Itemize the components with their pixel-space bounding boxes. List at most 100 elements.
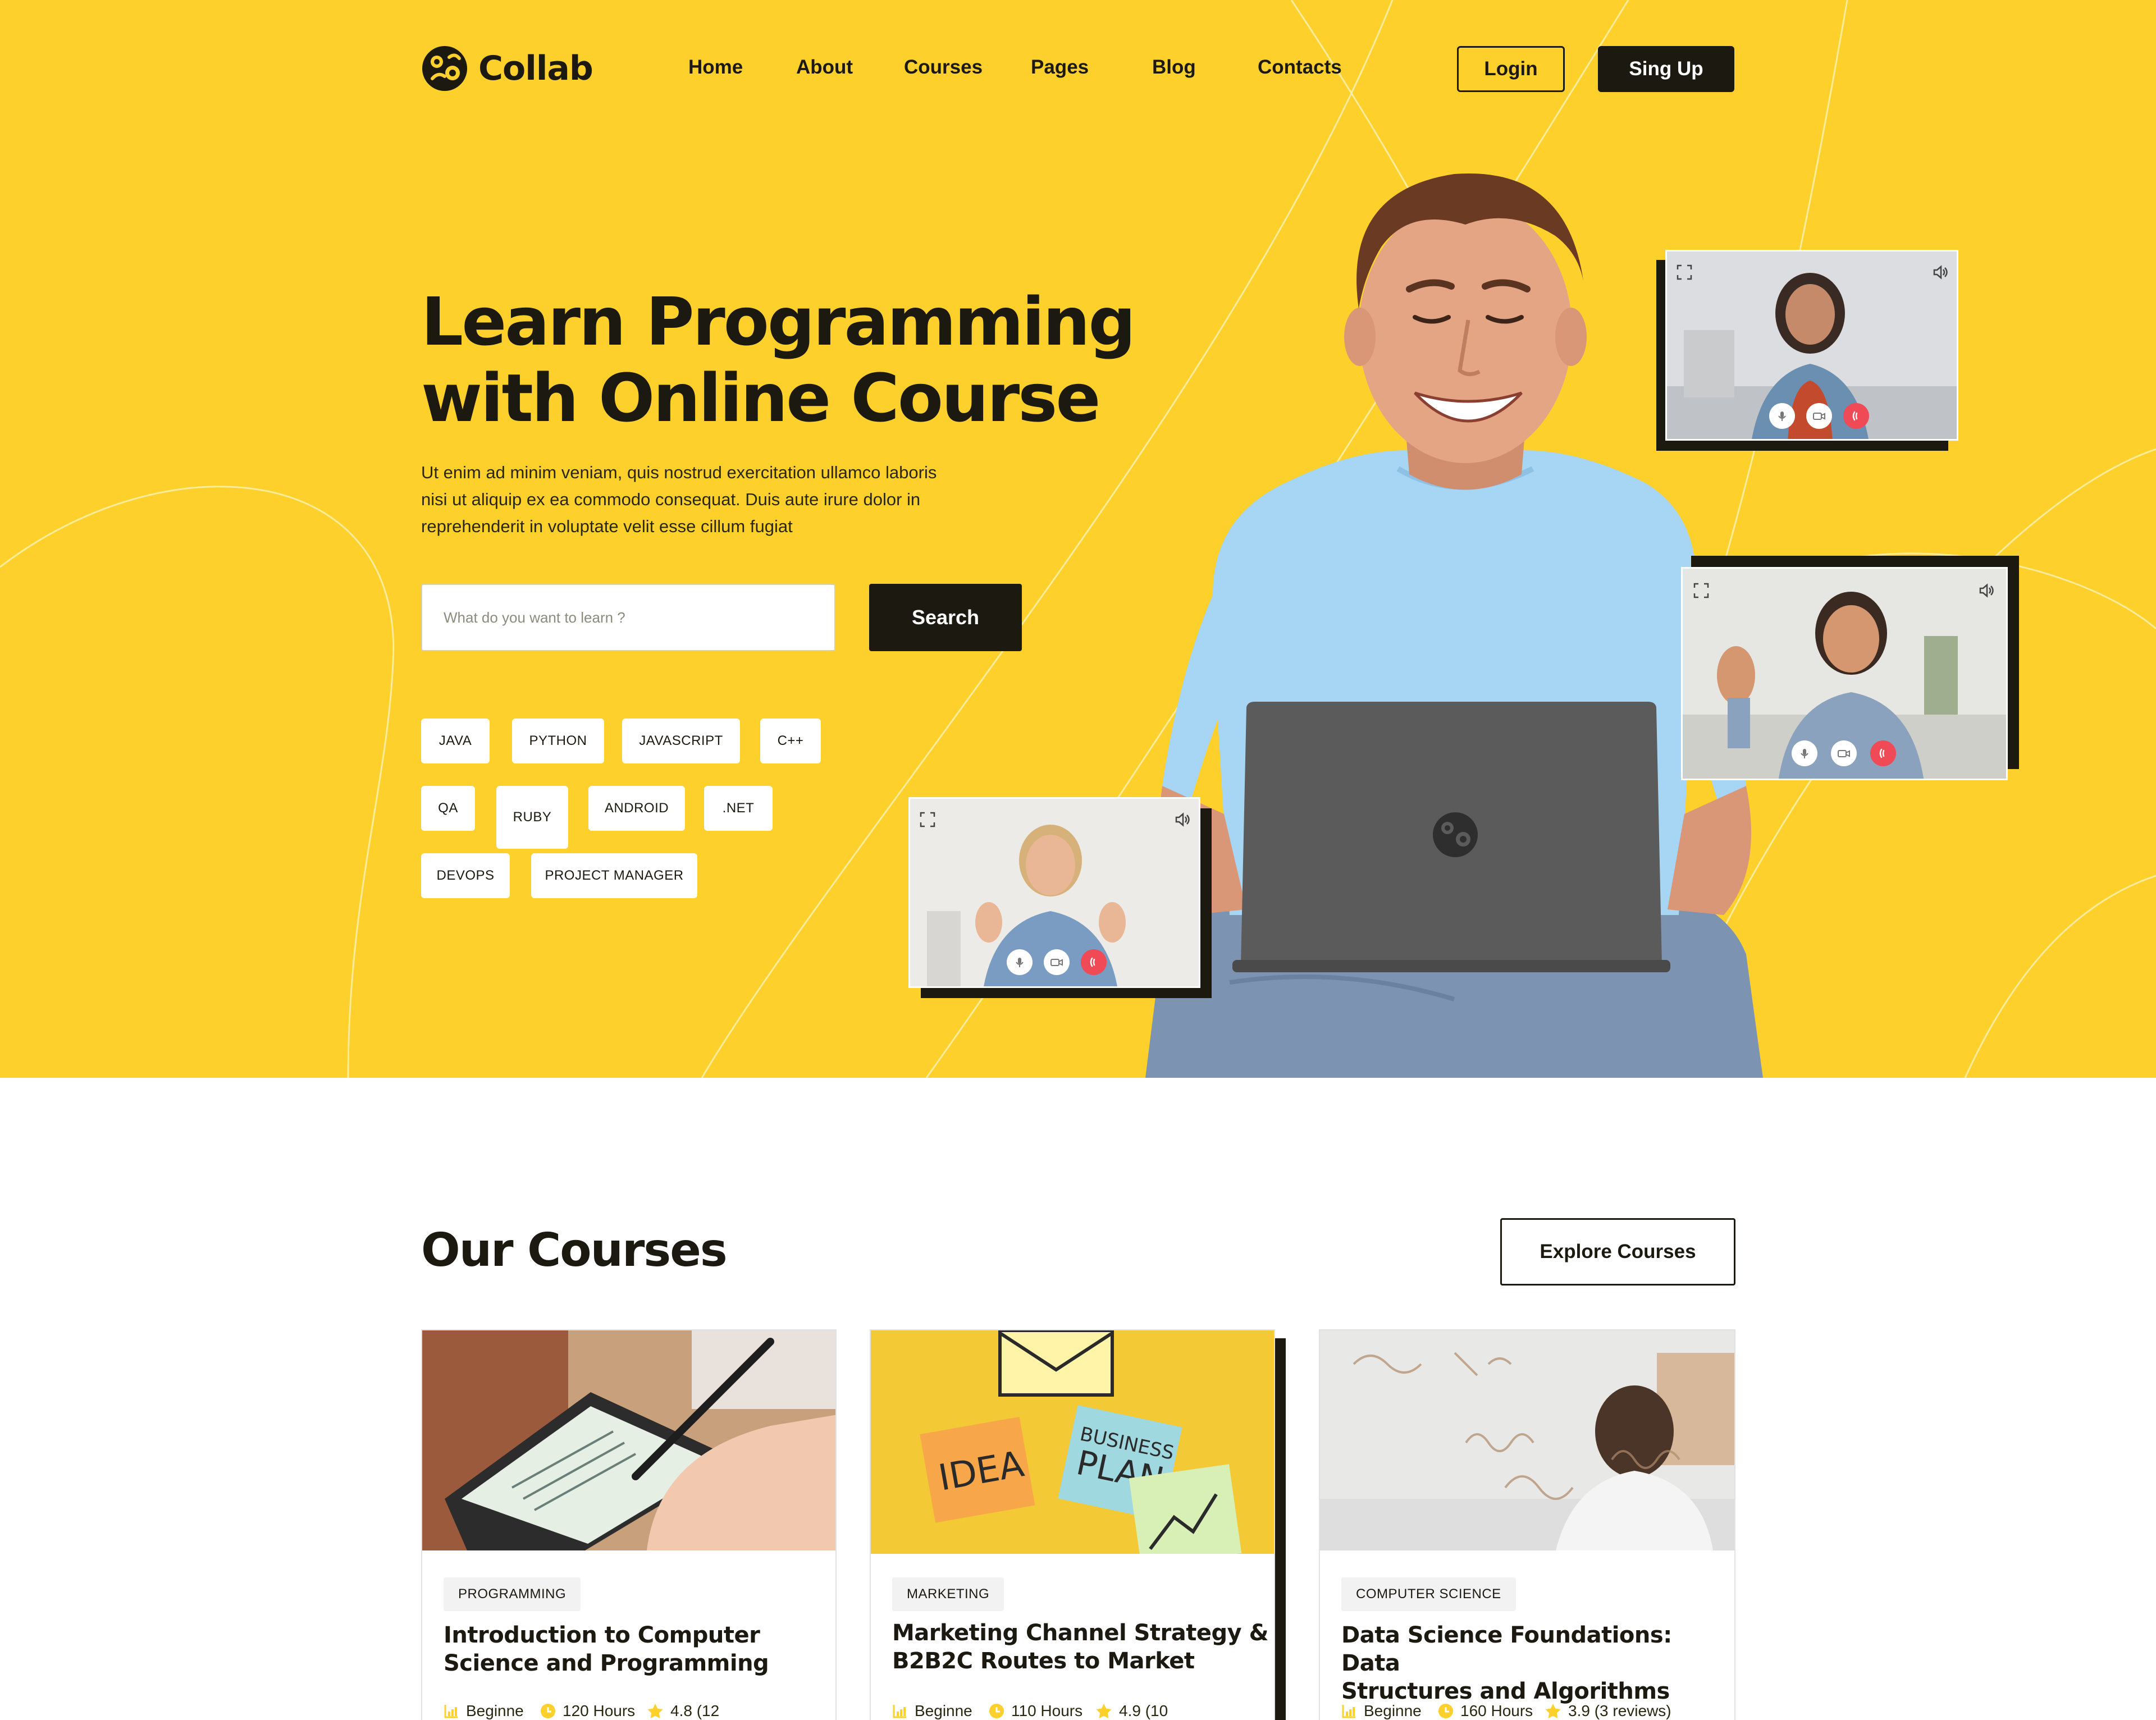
end-call-button[interactable] <box>1081 949 1107 975</box>
course-category[interactable]: PROGRAMMING <box>444 1577 581 1611</box>
end-call-button[interactable] <box>1843 403 1869 429</box>
hero-title-line-1: Learn Programming <box>421 283 1136 360</box>
video-call-card-3[interactable] <box>908 797 1200 988</box>
mic-button[interactable] <box>1792 740 1817 766</box>
tag-java[interactable]: JAVA <box>421 719 490 763</box>
course-rating-text: 4.8 (12 <box>670 1702 720 1719</box>
tag-ruby[interactable]: RUBY <box>496 786 568 849</box>
course-title-line-1: Data Science Foundations: Data <box>1341 1622 1672 1676</box>
laptop-logo-icon <box>1433 812 1478 857</box>
course-duration-text: 120 Hours <box>563 1702 636 1719</box>
course-card-2[interactable]: IDEA BUSINESS PLAN MARKETING Marketing Ch… <box>870 1329 1275 1720</box>
course-level: Beginne <box>892 1700 972 1720</box>
login-button[interactable]: Login <box>1457 46 1565 92</box>
end-call-icon <box>1852 411 1858 421</box>
course-duration-text: 160 Hours <box>1460 1702 1533 1719</box>
level-bars-icon <box>893 1705 906 1718</box>
course-level-text: Beginne <box>466 1702 524 1719</box>
mic-button[interactable] <box>1007 949 1033 975</box>
search-input[interactable] <box>421 584 835 651</box>
tag-javascript[interactable]: JAVASCRIPT <box>622 719 740 763</box>
nav-blog[interactable]: Blog <box>1152 56 1196 79</box>
nav-about[interactable]: About <box>796 56 853 79</box>
course-rating-text: 4.9 (10 <box>1119 1702 1168 1719</box>
course-level: Beginne <box>444 1700 524 1720</box>
nav-courses[interactable]: Courses <box>904 56 983 79</box>
course-category[interactable]: COMPUTER SCIENCE <box>1341 1577 1516 1611</box>
course-level: Beginne <box>1341 1700 1422 1720</box>
star-icon <box>1096 1704 1112 1718</box>
camera-button[interactable] <box>1831 740 1857 766</box>
camera-button[interactable] <box>1806 403 1832 429</box>
nav-contacts[interactable]: Contacts <box>1258 56 1342 79</box>
course-duration: 120 Hours <box>540 1700 635 1720</box>
mic-icon <box>1801 749 1808 758</box>
tag-project-manager[interactable]: PROJECT MANAGER <box>531 853 697 898</box>
clock-icon <box>1438 1704 1453 1718</box>
end-call-button[interactable] <box>1870 740 1896 766</box>
course-card-1-image <box>422 1330 835 1550</box>
level-bars-icon <box>1342 1705 1355 1718</box>
course-title-line-1: Marketing Channel Strategy & <box>892 1620 1269 1646</box>
courses-section-title: Our Courses <box>421 1224 728 1277</box>
course-title-line-2: B2B2C Routes to Market <box>892 1648 1195 1674</box>
tag-dotnet[interactable]: .NET <box>704 786 773 831</box>
tag-android[interactable]: ANDROID <box>588 786 685 831</box>
hero-description-line-1: Ut enim ad minim veniam, quis nostrud ex… <box>421 463 937 482</box>
expand-icon[interactable] <box>1676 264 1693 281</box>
course-title[interactable]: Data Science Foundations: Data Structure… <box>1341 1621 1718 1705</box>
explore-courses-button[interactable]: Explore Courses <box>1500 1218 1735 1286</box>
mic-icon <box>1016 958 1024 967</box>
course-rating: 4.9 (10 <box>1095 1700 1168 1720</box>
camera-button[interactable] <box>1044 949 1070 975</box>
speaker-icon[interactable] <box>1978 582 1995 599</box>
course-level-text: Beginne <box>915 1702 972 1719</box>
end-call-icon <box>1090 957 1095 967</box>
hero-description-line-3: reprehenderit in voluptate velit esse ci… <box>421 516 793 536</box>
logo[interactable]: Collab <box>421 46 593 91</box>
hero-title-line-2: with Online Course <box>421 359 1100 437</box>
course-duration-text: 110 Hours <box>1011 1702 1083 1719</box>
course-card-1[interactable]: PROGRAMMING Introduction to Computer Sci… <box>421 1329 837 1720</box>
expand-icon[interactable] <box>1693 582 1710 599</box>
hero-title: Learn Programming with Online Course <box>421 283 1151 436</box>
tag-cpp[interactable]: C++ <box>760 719 821 763</box>
clock-icon <box>541 1704 555 1718</box>
course-rating: 4.8 (12 <box>647 1700 719 1720</box>
tag-python[interactable]: PYTHON <box>512 719 604 763</box>
end-call-icon <box>1879 748 1885 758</box>
expand-icon[interactable] <box>919 811 936 828</box>
video-call-card-2[interactable] <box>1681 567 2008 780</box>
level-bars-icon <box>444 1705 458 1718</box>
course-rating: 3.9 (3 reviews) <box>1545 1700 1671 1720</box>
hero-description-line-2: nisi ut aliquip ex ea commodo consequat.… <box>421 490 921 509</box>
camera-icon <box>1050 959 1063 966</box>
tag-qa[interactable]: QA <box>421 786 475 831</box>
star-icon <box>1545 1704 1561 1718</box>
hero-description: Ut enim ad minim veniam, quis nostrud ex… <box>421 459 983 540</box>
video-call-card-1[interactable] <box>1665 250 1958 441</box>
course-title[interactable]: Marketing Channel Strategy & B2B2C Route… <box>892 1619 1269 1675</box>
course-card-3[interactable]: COMPUTER SCIENCE Data Science Foundation… <box>1319 1329 1735 1720</box>
course-title[interactable]: Introduction to Computer Science and Pro… <box>444 1621 820 1677</box>
course-category[interactable]: MARKETING <box>892 1577 1004 1611</box>
course-title-line-1: Introduction to Computer <box>444 1622 760 1648</box>
course-card-3-image <box>1320 1330 1734 1550</box>
speaker-icon[interactable] <box>1174 811 1191 828</box>
tag-devops[interactable]: DEVOPS <box>421 853 510 898</box>
course-card-2-image: IDEA BUSINESS PLAN <box>871 1330 1274 1554</box>
nav-pages[interactable]: Pages <box>1031 56 1089 79</box>
star-icon <box>647 1704 663 1718</box>
camera-icon <box>1838 750 1850 757</box>
clock-icon <box>989 1704 1004 1718</box>
camera-icon <box>1813 413 1825 420</box>
mic-icon <box>1778 411 1786 421</box>
signup-button[interactable]: Sing Up <box>1598 46 1734 92</box>
search-button[interactable]: Search <box>869 584 1022 651</box>
course-rating-text: 3.9 (3 reviews) <box>1568 1702 1671 1719</box>
logo-text: Collab <box>478 49 593 88</box>
nav-home[interactable]: Home <box>688 56 743 79</box>
course-level-text: Beginne <box>1364 1702 1422 1719</box>
mic-button[interactable] <box>1769 403 1795 429</box>
speaker-icon[interactable] <box>1932 264 1949 281</box>
